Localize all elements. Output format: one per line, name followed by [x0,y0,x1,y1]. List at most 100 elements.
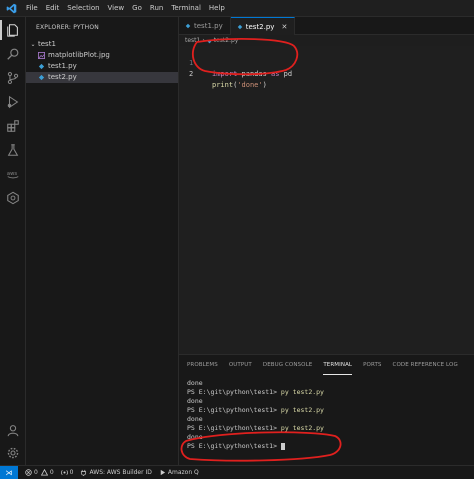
bottom-panel: PROBLEMS OUTPUT DEBUG CONSOLE TERMINAL P… [179,354,474,465]
search-icon[interactable] [4,45,22,63]
menu-selection[interactable]: Selection [63,0,103,17]
activity-bar: aws [0,17,26,465]
tab-terminal[interactable]: TERMINAL [323,355,353,375]
tab-label: test2.py [245,22,275,31]
terminal-cursor [280,442,285,450]
menu-run[interactable]: Run [146,0,167,17]
terminal-output: done [187,379,203,387]
code-token: import [212,70,238,78]
run-debug-icon[interactable] [4,93,22,111]
tab-problems[interactable]: PROBLEMS [187,355,218,375]
terminal-line: done [187,397,203,406]
account-icon[interactable] [4,421,22,439]
terminal-line: done [187,379,203,388]
terminal-command: py test2.py [280,406,324,414]
terminal-line: PS E:\git\python\test1> py test2.py [187,388,324,397]
extensions-icon[interactable] [4,117,22,135]
terminal-output: done [187,397,203,405]
terminal-output: done [187,433,203,441]
remote-indicator-icon[interactable]: ⋊ [0,465,18,479]
tab-label: test1.py [194,22,223,30]
amazon-q-icon[interactable] [4,189,22,207]
terminal-line: done [187,433,203,442]
terminal-line: done [187,415,203,424]
breadcrumb-folder[interactable]: test1 [185,36,200,46]
problems-status[interactable]: 0 0 [25,469,54,476]
vscode-logo-icon [0,0,22,17]
terminal-input-line[interactable]: PS E:\git\python\test1> [187,442,285,451]
code-token: ) [262,81,267,89]
image-file-icon [38,52,45,59]
settings-gear-icon[interactable] [4,444,22,462]
python-file-icon [237,24,243,30]
active-indicator [0,20,2,40]
terminal-command: py test2.py [280,388,324,396]
explorer-sidebar: EXPLORER: PYTHON ⌄ test1 matplotlibPlot.… [26,17,179,465]
tab-code-reference-log[interactable]: CODE REFERENCE LOG [393,355,458,375]
chevron-down-icon: ⌄ [30,41,36,48]
python-file-icon [207,39,212,44]
code-token: pandas [237,70,272,78]
python-file-icon [185,23,191,29]
tab-output[interactable]: OUTPUT [229,355,252,375]
terminal-line: PS E:\git\python\test1> py test2.py [187,424,324,433]
menu-terminal[interactable]: Terminal [167,0,205,17]
code-token: print [212,81,234,89]
code-text: import pandas as pd [212,69,292,80]
aws-label: AWS: AWS Builder ID [89,469,152,476]
file-label: test1.py [48,62,77,70]
folder-test1[interactable]: ⌄ test1 [26,39,178,50]
testing-icon[interactable] [4,141,22,159]
terminal-line: PS E:\git\python\test1> py test2.py [187,406,324,415]
breadcrumb-file[interactable]: test2.py [214,36,239,46]
menu-view[interactable]: View [104,0,129,17]
explorer-title: EXPLORER: PYTHON [36,24,99,31]
file-test2-py[interactable]: test2.py [26,72,178,83]
file-label: matplotlibPlot.jpg [48,51,110,59]
source-control-icon[interactable] [4,69,22,87]
warning-icon [40,469,48,476]
file-label: test2.py [48,73,77,81]
folder-label: test1 [38,40,56,48]
panel-tabs: PROBLEMS OUTPUT DEBUG CONSOLE TERMINAL P… [179,355,474,375]
python-file-icon [38,74,45,81]
terminal-prompt: PS E:\git\python\test1> [187,406,281,414]
play-icon [160,469,165,476]
terminal-prompt: PS E:\git\python\test1> [187,442,281,450]
tab-test2-py[interactable]: test2.py ✕ [230,17,296,35]
ports-count: 0 [69,469,74,476]
aws-status[interactable]: AWS: AWS Builder ID [80,469,152,476]
status-bar: ⋊ 0 0 0 AWS: AWS Builder ID Amazon Q [0,465,474,479]
aws-icon[interactable]: aws [4,165,22,183]
menu-go[interactable]: Go [128,0,146,17]
code-line-1: 1 import pandas as pd [179,47,292,78]
terminal-prompt: PS E:\git\python\test1> [187,388,281,396]
file-matplotlibplot-jpg[interactable]: matplotlibPlot.jpg [26,50,178,61]
amazon-q-status[interactable]: Amazon Q [159,469,199,476]
amazon-q-label: Amazon Q [167,469,199,476]
code-text: print('done') [212,80,267,91]
broadcast-icon [60,470,68,475]
ports-status[interactable]: 0 [60,469,74,476]
tab-test1-py[interactable]: test1.py [179,17,231,35]
tab-debug-console[interactable]: DEBUG CONSOLE [263,355,312,375]
svg-text:aws: aws [7,171,18,177]
code-editor[interactable]: 1 import pandas as pd 2 print('done') [179,46,474,354]
line-number: 2 [189,70,194,78]
code-token: pd [279,70,293,78]
error-count: 0 [34,469,38,476]
menu-help[interactable]: Help [205,0,229,17]
menu-file[interactable]: File [22,0,42,17]
file-test1-py[interactable]: test1.py [26,61,178,72]
menu-edit[interactable]: Edit [42,0,64,17]
breadcrumb-separator-icon: › [202,37,205,44]
terminal-output: done [187,415,203,423]
explorer-icon[interactable] [4,21,22,39]
terminal-command: py test2.py [280,424,324,432]
plug-icon [81,469,87,476]
code-line-2: 2 print('done') [179,58,267,89]
close-icon[interactable]: ✕ [281,23,287,31]
terminal-prompt: PS E:\git\python\test1> [187,424,281,432]
error-icon [25,469,32,476]
tab-ports[interactable]: PORTS [363,355,381,375]
